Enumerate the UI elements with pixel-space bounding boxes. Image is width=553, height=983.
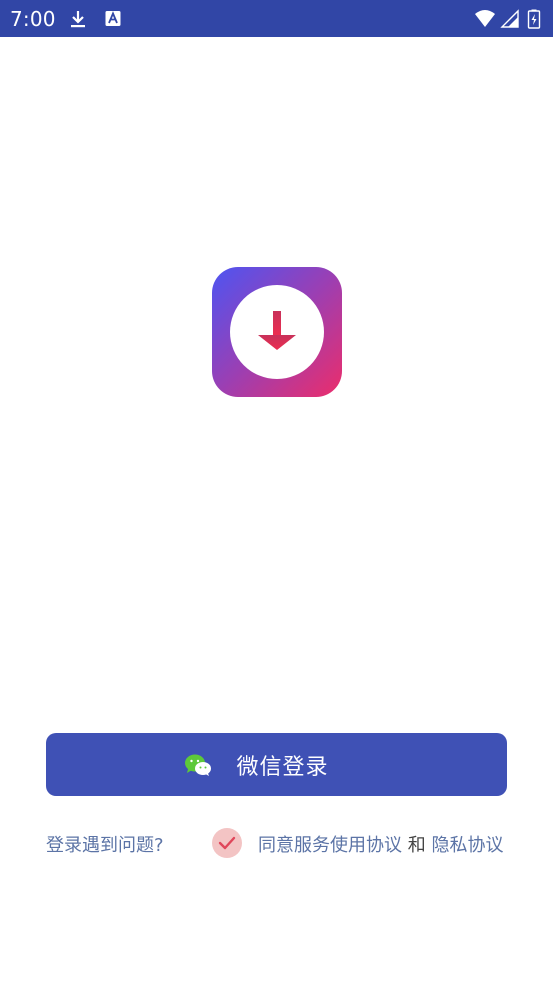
login-screen: 7:00 微信登录 登录遇到问题? 同意服务使用协议 和 隐私协议 (0, 0, 553, 983)
and-text: 和 (407, 835, 426, 856)
wifi-icon (474, 9, 496, 29)
wechat-icon (184, 753, 212, 777)
wechat-login-label: 微信登录 (236, 754, 329, 780)
service-agreement-link[interactable]: 同意服务使用协议 (258, 835, 402, 856)
a-icon (104, 9, 124, 29)
agreement-text: 同意服务使用协议 和 隐私协议 (258, 831, 503, 857)
download-icon (68, 9, 88, 29)
signal-icon (500, 9, 520, 29)
download-arrow-icon (258, 311, 296, 350)
app-logo (212, 267, 342, 397)
privacy-policy-link[interactable]: 隐私协议 (431, 835, 503, 856)
agree-checkbox[interactable] (212, 828, 242, 858)
login-help-link[interactable]: 登录遇到问题? (46, 831, 164, 857)
logo-circle (230, 285, 324, 379)
check-icon (218, 836, 236, 850)
battery-icon (527, 9, 541, 29)
status-time: 7:00 (10, 7, 56, 31)
status-bar: 7:00 (0, 0, 553, 37)
wechat-login-button[interactable]: 微信登录 (46, 733, 507, 796)
